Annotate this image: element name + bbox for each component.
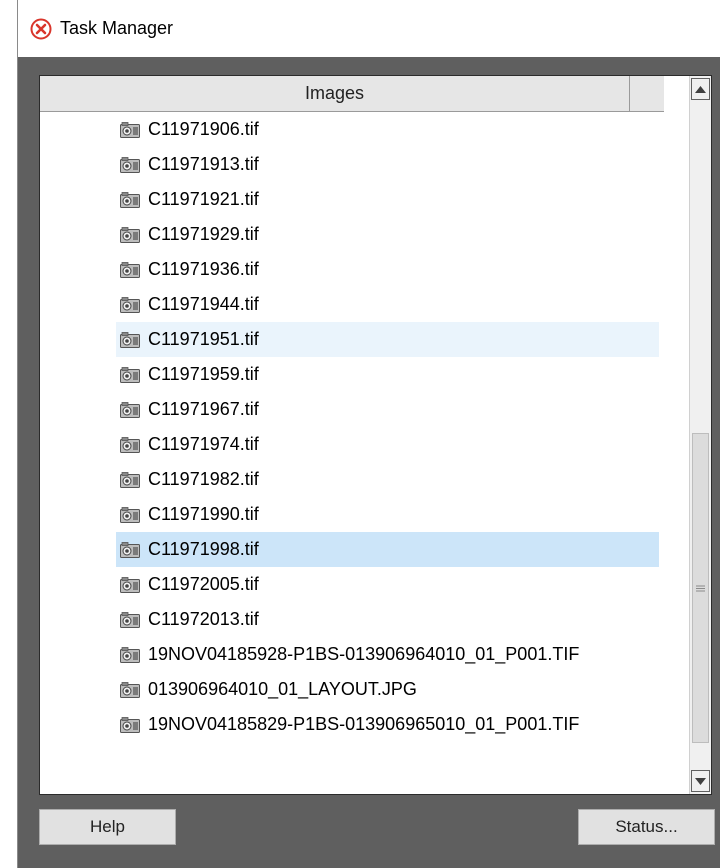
image-file-icon <box>120 436 140 453</box>
help-button[interactable]: Help <box>39 809 176 845</box>
task-manager-window: Task Manager Images C11971906.tif C119719… <box>17 0 720 868</box>
image-file-icon <box>120 191 140 208</box>
list-item[interactable]: C11972013.tif <box>116 602 659 637</box>
list-item[interactable]: C11971974.tif <box>116 427 659 462</box>
list-item-label: 013906964010_01_LAYOUT.JPG <box>148 679 417 699</box>
list-item[interactable]: C11971944.tif <box>116 287 659 322</box>
grip-icon <box>696 585 705 591</box>
list-item[interactable]: 19NOV04185829-P1BS-013906965010_01_P001.… <box>116 707 659 742</box>
image-file-icon <box>120 366 140 383</box>
list-item[interactable]: 19NOV04185928-P1BS-013906964010_01_P001.… <box>116 637 659 672</box>
list-item[interactable]: C11972005.tif <box>116 567 659 602</box>
list-item[interactable]: C11971982.tif <box>116 462 659 497</box>
image-file-icon <box>120 331 140 348</box>
list-item[interactable]: C11971998.tif <box>116 532 659 567</box>
list-item-label: C11971974.tif <box>148 434 259 454</box>
header-filler <box>630 76 664 111</box>
list-item-label: C11971913.tif <box>148 154 259 174</box>
image-file-icon <box>120 401 140 418</box>
list-item-label: C11972013.tif <box>148 609 259 629</box>
images-list[interactable]: Images C11971906.tif C11971913.tif C119719… <box>39 75 712 795</box>
list-item-label: C11971990.tif <box>148 504 259 524</box>
list-item-label: C11971967.tif <box>148 399 259 419</box>
scroll-down-button[interactable] <box>691 770 710 792</box>
vertical-scrollbar[interactable] <box>689 76 711 794</box>
arrow-down-icon <box>695 777 706 785</box>
list-item[interactable]: C11971929.tif <box>116 217 659 252</box>
image-file-icon <box>120 226 140 243</box>
image-file-icon <box>120 716 140 733</box>
image-file-icon <box>120 156 140 173</box>
list-item[interactable]: C11971967.tif <box>116 392 659 427</box>
list-item-label: C11971982.tif <box>148 469 259 489</box>
window-title: Task Manager <box>60 18 174 38</box>
images-header-label[interactable]: Images <box>40 76 630 111</box>
image-file-icon <box>120 121 140 138</box>
list-item[interactable]: C11971906.tif <box>116 112 659 147</box>
list-item-label: C11971998.tif <box>148 539 259 559</box>
image-file-icon <box>120 576 140 593</box>
list-item-label: C11971929.tif <box>148 224 259 244</box>
scroll-up-button[interactable] <box>691 78 710 100</box>
list-item-label: C11972005.tif <box>148 574 259 594</box>
list-item-label: C11971944.tif <box>148 294 259 314</box>
list-item-label: C11971936.tif <box>148 259 259 279</box>
image-file-icon <box>120 261 140 278</box>
image-file-icon <box>120 646 140 663</box>
image-file-icon <box>120 681 140 698</box>
scroll-thumb[interactable] <box>692 433 709 743</box>
list-item[interactable]: C11971921.tif <box>116 182 659 217</box>
list-item[interactable]: C11971990.tif <box>116 497 659 532</box>
list-item[interactable]: 013906964010_01_LAYOUT.JPG <box>116 672 659 707</box>
images-column-header[interactable]: Images <box>40 76 664 112</box>
list-item-label: 19NOV04185829-P1BS-013906965010_01_P001.… <box>148 714 580 734</box>
list-item[interactable]: C11971951.tif <box>116 322 659 357</box>
list-item-label: C11971959.tif <box>148 364 259 384</box>
title-bar: Task Manager <box>18 0 720 57</box>
image-file-icon <box>120 541 140 558</box>
list-item-label: C11971921.tif <box>148 189 259 209</box>
list-item-label: C11971906.tif <box>148 119 259 139</box>
image-file-icon <box>120 471 140 488</box>
arrow-up-icon <box>695 85 706 93</box>
list-item[interactable]: C11971936.tif <box>116 252 659 287</box>
list-item[interactable]: C11971959.tif <box>116 357 659 392</box>
image-file-icon <box>120 296 140 313</box>
red-x-circle-icon <box>30 18 52 40</box>
list-item-label: C11971951.tif <box>148 329 259 349</box>
list-item-label: 19NOV04185928-P1BS-013906964010_01_P001.… <box>148 644 580 664</box>
status-button[interactable]: Status... <box>578 809 715 845</box>
list-item[interactable]: C11971913.tif <box>116 147 659 182</box>
image-file-icon <box>120 611 140 628</box>
image-file-icon <box>120 506 140 523</box>
